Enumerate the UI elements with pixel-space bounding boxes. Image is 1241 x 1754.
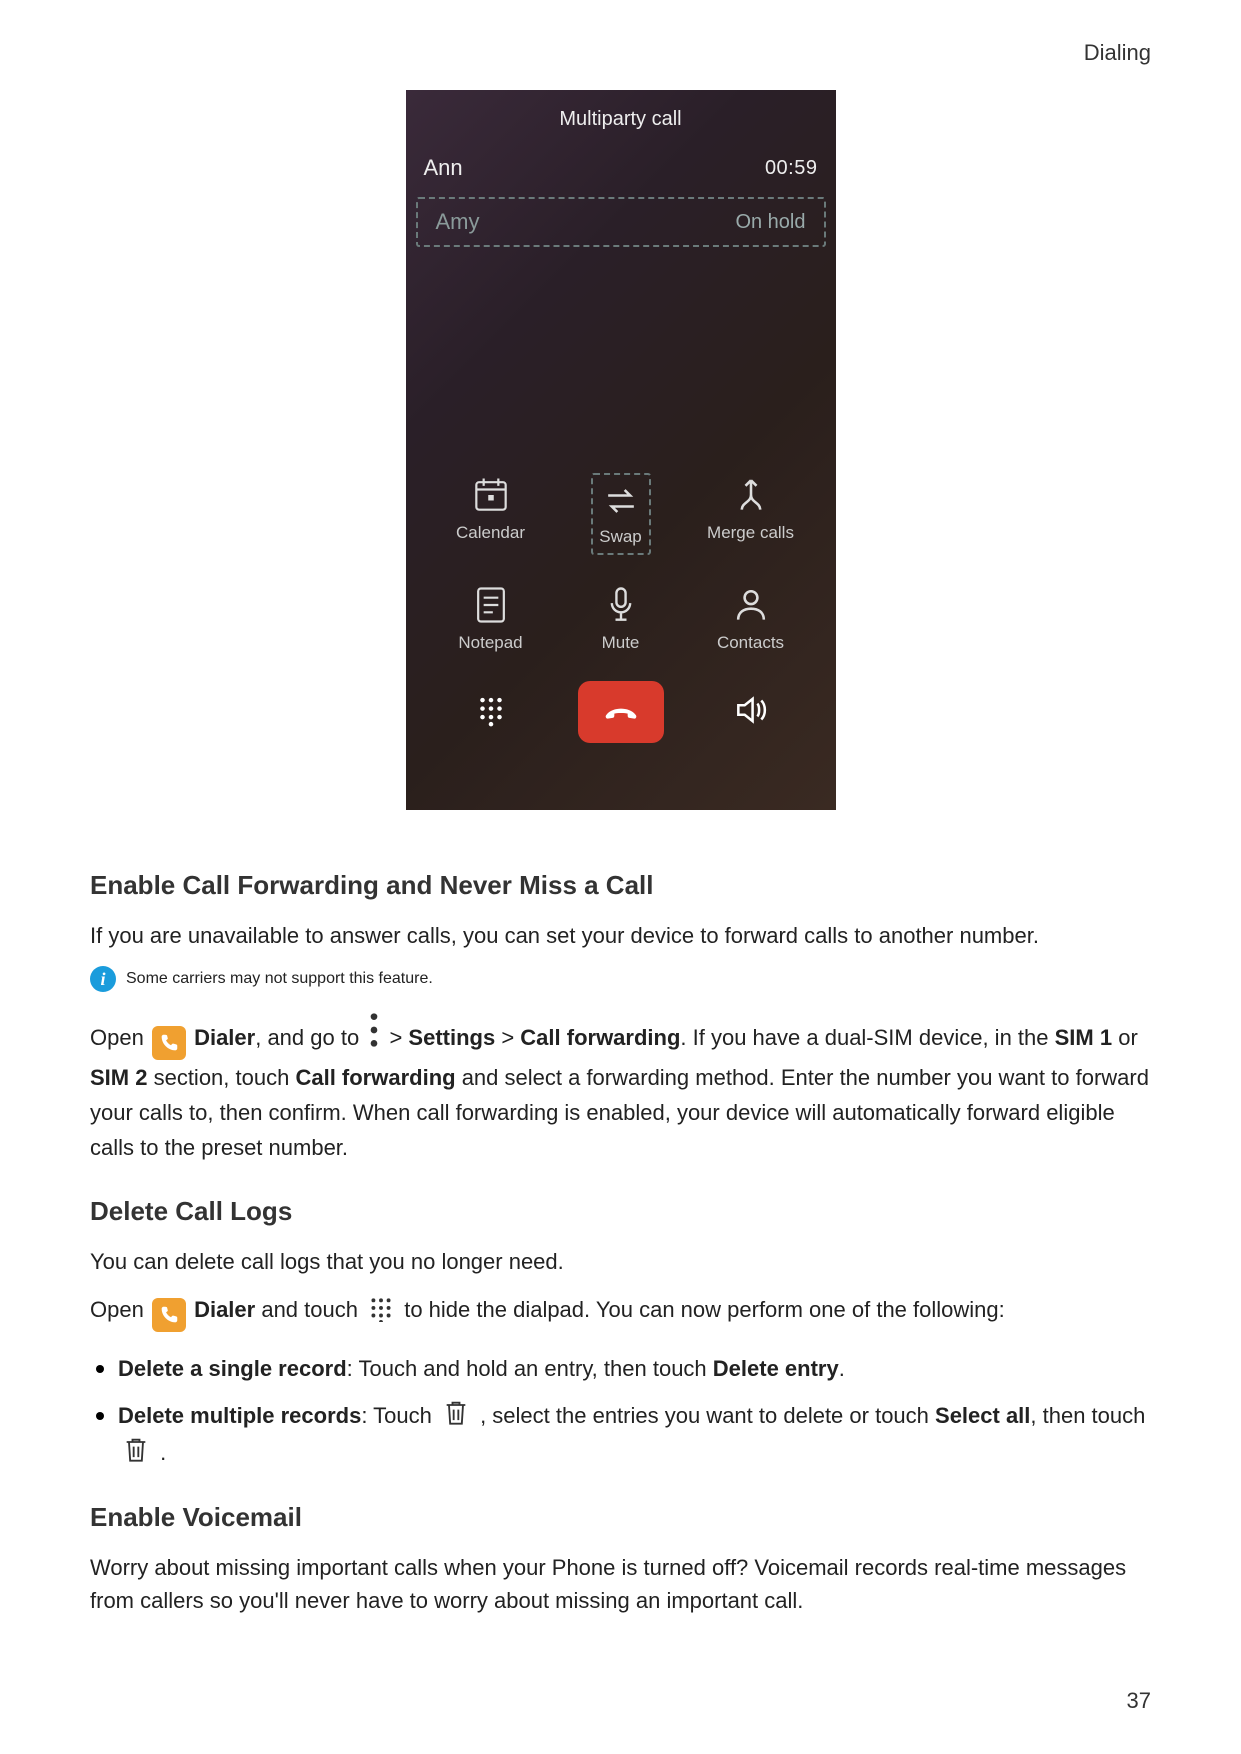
body-text: You can delete call logs that you no lon…	[90, 1245, 1151, 1278]
contacts-button[interactable]: Contacts	[686, 583, 816, 653]
caller-name: Amy	[436, 209, 480, 235]
swap-icon	[599, 479, 643, 523]
bold-text: SIM 2	[90, 1065, 147, 1090]
text: or	[1112, 1025, 1138, 1050]
section-heading: Enable Call Forwarding and Never Miss a …	[90, 870, 1151, 901]
text: section, touch	[147, 1065, 295, 1090]
mute-label: Mute	[602, 633, 640, 652]
text: , select the entries you want to delete …	[474, 1403, 935, 1428]
call-timer: 00:59	[765, 157, 818, 180]
info-note: i Some carriers may not support this fea…	[90, 966, 1151, 992]
bold-text: Select all	[935, 1403, 1030, 1428]
section-heading: Delete Call Logs	[90, 1196, 1151, 1227]
contacts-icon	[729, 583, 773, 627]
caller-name: Ann	[424, 155, 463, 181]
speaker-button[interactable]	[732, 691, 770, 734]
info-icon: i	[90, 966, 116, 992]
text: to hide the dialpad. You can now perform…	[404, 1297, 1005, 1322]
dialpad-icon	[474, 693, 508, 727]
merge-button[interactable]: Merge calls	[686, 473, 816, 555]
text: Open	[90, 1297, 150, 1322]
notepad-icon	[469, 583, 513, 627]
text: >	[389, 1025, 408, 1050]
bold-text: SIM 1	[1055, 1025, 1112, 1050]
bold-text: Call forwarding	[520, 1025, 680, 1050]
call-actions-grid: Calendar Swap Merge calls	[406, 463, 836, 653]
bullet-list: Delete a single record: Touch and hold a…	[90, 1350, 1151, 1472]
calendar-icon	[469, 473, 513, 517]
bold-text: Delete multiple records	[118, 1403, 361, 1428]
text: >	[495, 1025, 520, 1050]
merge-icon	[729, 473, 773, 517]
bold-text: Delete a single record	[118, 1356, 347, 1381]
list-item: Delete multiple records: Touch , select …	[90, 1397, 1151, 1472]
body-text: If you are unavailable to answer calls, …	[90, 919, 1151, 952]
swap-button[interactable]: Swap	[556, 473, 686, 555]
bold-text: Settings	[408, 1025, 495, 1050]
call-bottom-row	[406, 653, 836, 767]
speaker-icon	[732, 691, 770, 729]
text: , then touch	[1030, 1403, 1145, 1428]
trash-icon	[442, 1398, 470, 1428]
dialer-app-icon	[152, 1298, 186, 1332]
body-paragraph: Open Dialer and touch to hide the dialpa…	[90, 1292, 1151, 1332]
text: .	[839, 1356, 845, 1381]
list-item: Delete a single record: Touch and hold a…	[90, 1350, 1151, 1387]
calendar-label: Calendar	[456, 523, 525, 542]
dialpad-inline-icon	[368, 1296, 394, 1322]
page-number: 37	[1127, 1688, 1151, 1714]
swap-label: Swap	[599, 527, 642, 546]
notepad-label: Notepad	[458, 633, 522, 652]
calendar-button[interactable]: Calendar	[426, 473, 556, 555]
text: .	[154, 1440, 166, 1465]
text: Open	[90, 1025, 150, 1050]
merge-label: Merge calls	[707, 523, 794, 542]
call-row-active: Ann 00:59	[406, 145, 836, 191]
text: : Touch and hold an entry, then touch	[347, 1356, 713, 1381]
end-call-button[interactable]	[578, 681, 664, 743]
bold-text: Dialer	[194, 1297, 255, 1322]
bold-text: Dialer	[194, 1025, 255, 1050]
call-status: On hold	[735, 211, 805, 234]
dialer-app-icon	[152, 1026, 186, 1060]
end-call-icon	[601, 692, 641, 732]
trash-icon	[122, 1435, 150, 1465]
bold-text: Call forwarding	[295, 1065, 455, 1090]
text: and touch	[255, 1297, 364, 1322]
text: : Touch	[361, 1403, 438, 1428]
body-paragraph: Open Dialer, and go to > Settings > Call…	[90, 1010, 1151, 1166]
notepad-button[interactable]: Notepad	[426, 583, 556, 653]
call-title: Multiparty call	[406, 90, 836, 145]
contacts-label: Contacts	[717, 633, 784, 652]
note-text: Some carriers may not support this featu…	[126, 970, 433, 988]
body-text: Worry about missing important calls when…	[90, 1551, 1151, 1617]
section-heading: Enable Voicemail	[90, 1502, 1151, 1533]
bold-text: Delete entry	[713, 1356, 839, 1381]
dialpad-button[interactable]	[474, 693, 508, 732]
page-content: Multiparty call Ann 00:59 Amy On hold Ca…	[0, 0, 1241, 1617]
mute-icon	[599, 583, 643, 627]
text: . If you have a dual-SIM device, in the	[680, 1025, 1054, 1050]
text: , and go to	[255, 1025, 365, 1050]
menu-icon	[369, 1010, 379, 1038]
mute-button[interactable]: Mute	[556, 583, 686, 653]
call-row-hold: Amy On hold	[416, 197, 826, 247]
phone-screenshot: Multiparty call Ann 00:59 Amy On hold Ca…	[406, 90, 836, 810]
page-header: Dialing	[1084, 40, 1151, 66]
